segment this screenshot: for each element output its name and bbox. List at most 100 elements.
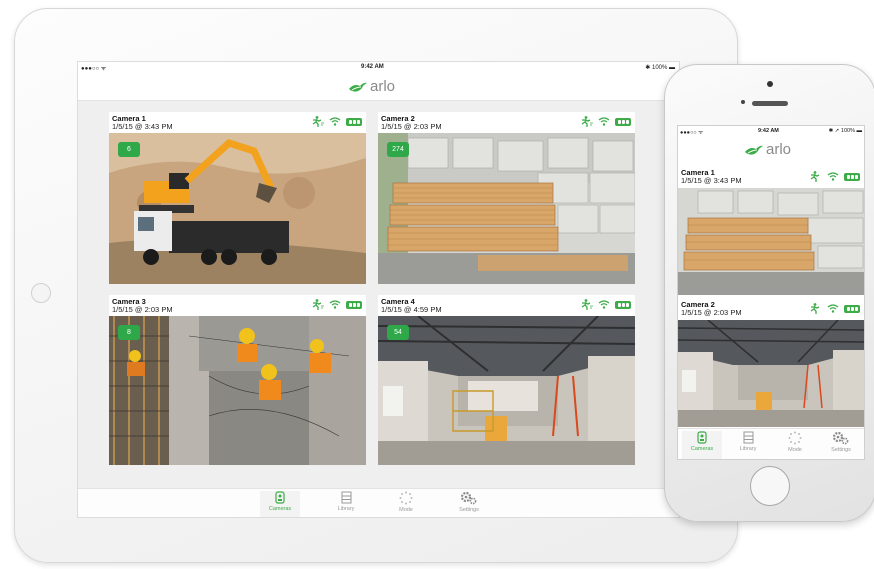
library-icon	[743, 431, 753, 444]
tab-label: Cameras	[268, 506, 292, 512]
camera-tile-header: Camera 3 1/5/15 @ 2:03 PM	[109, 295, 366, 315]
camera-status-icons	[580, 116, 631, 127]
camera-tile-header: Camera 2 1/5/15 @ 2:03 PM	[678, 297, 864, 319]
camera-status-icons	[580, 299, 631, 310]
camera-tile-2[interactable]: Camera 2 1/5/15 @ 2:03 PM	[378, 112, 635, 284]
camera-tile-1[interactable]: Camera 1 1/5/15 @ 3:43 PM	[678, 165, 864, 295]
iphone-front-camera	[767, 81, 773, 87]
camera-timestamp: 1/5/15 @ 2:03 PM	[112, 305, 173, 314]
battery-icon	[844, 304, 860, 313]
iphone-speaker	[752, 101, 788, 106]
camera-feed-image[interactable]: 274	[378, 133, 635, 284]
battery-icon	[615, 300, 631, 309]
tab-settings[interactable]: Settings	[449, 491, 489, 513]
motion-icon	[810, 171, 820, 182]
camera-status-icons	[311, 116, 362, 127]
camera-tile-1[interactable]: Camera 1 1/5/15 @ 3:43 PM	[109, 112, 366, 284]
battery-indicator: ✱ ➚ 100% ▬	[828, 128, 862, 134]
gears-icon	[460, 491, 477, 505]
battery-indicator: ✱ 100% ▬	[645, 65, 675, 71]
camera-tile-3[interactable]: Camera 3 1/5/15 @ 2:03 PM 8	[109, 295, 366, 465]
interior-construction-scene	[678, 320, 864, 427]
iphone-home-button[interactable]	[750, 466, 790, 506]
app-header: arlo	[78, 72, 679, 101]
gears-icon	[832, 431, 849, 445]
motion-icon	[581, 299, 593, 310]
tab-mode[interactable]: Mode	[775, 431, 815, 453]
camera-feed-image[interactable]: 54	[378, 316, 635, 465]
camera-status-icons	[809, 303, 860, 314]
wifi-icon	[329, 300, 341, 309]
iphone-screen: ●●●○○ ᯤ 9:42 AM ✱ ➚ 100% ▬ arlo Camera 1…	[677, 125, 865, 460]
tab-label: Settings	[459, 507, 479, 513]
ipad-screen: ●●●○○ ᯤ 9:42 AM ✱ 100% ▬ arlo Camera 1 1…	[77, 61, 680, 518]
tab-mode[interactable]: Mode	[386, 491, 426, 513]
event-count-badge: 8	[118, 325, 140, 340]
logo-text: arlo	[766, 141, 792, 158]
signal-indicator: ●●●○○ ᯤ	[680, 130, 704, 136]
camera-timestamp: 1/5/15 @ 2:03 PM	[381, 122, 442, 131]
logo-text: arlo	[370, 78, 396, 95]
camera-status-icons	[311, 299, 362, 310]
event-count-badge: 54	[387, 325, 409, 340]
wifi-icon	[827, 172, 839, 181]
iphone-sensor-dot	[741, 100, 745, 104]
camera-feed-image[interactable]: 6	[109, 133, 366, 284]
mode-icon	[399, 491, 413, 505]
event-count-badge: 6	[118, 142, 140, 157]
motion-icon	[810, 303, 820, 314]
battery-icon	[844, 172, 860, 181]
camera-tile-header: Camera 2 1/5/15 @ 2:03 PM	[378, 112, 635, 132]
tab-library[interactable]: Library	[326, 491, 366, 512]
wifi-icon	[598, 300, 610, 309]
mode-icon	[788, 431, 802, 445]
status-bar: ●●●○○ ᯤ 9:42 AM ✱ 100% ▬	[78, 62, 679, 72]
battery-icon	[615, 117, 631, 126]
tab-bar: Cameras Library Mode Settings	[678, 428, 864, 459]
camera-status-icons	[809, 171, 860, 182]
tab-label: Library	[337, 506, 355, 512]
lumber-yard-scene	[678, 188, 864, 295]
wifi-icon	[598, 117, 610, 126]
camera-tile-header: Camera 1 1/5/15 @ 3:43 PM	[678, 165, 864, 187]
battery-icon	[346, 117, 362, 126]
arlo-logo: arlo	[744, 141, 791, 158]
camera-feed-image[interactable]	[678, 320, 864, 427]
camera-timestamp: 1/5/15 @ 4:59 PM	[381, 305, 442, 314]
tab-label: Mode	[399, 507, 413, 513]
camera-tile-4[interactable]: Camera 4 1/5/15 @ 4:59 PM 54	[378, 295, 635, 465]
camera-feed-image[interactable]: 8	[109, 316, 366, 465]
app-header: arlo	[678, 136, 864, 164]
ipad-home-button[interactable]	[31, 283, 51, 303]
camera-tile-2[interactable]: Camera 2 1/5/15 @ 2:03 PM	[678, 297, 864, 427]
camera-icon	[697, 431, 707, 444]
camera-tile-header: Camera 1 1/5/15 @ 3:43 PM	[109, 112, 366, 132]
camera-timestamp: 1/5/15 @ 3:43 PM	[681, 176, 742, 185]
lumber-yard-scene	[378, 133, 635, 284]
camera-icon	[275, 491, 285, 504]
camera-feed-image[interactable]	[678, 188, 864, 295]
status-time: 9:42 AM	[361, 64, 384, 70]
tab-library[interactable]: Library	[728, 431, 768, 452]
tab-settings[interactable]: Settings	[821, 431, 861, 453]
interior-construction-scene	[378, 316, 635, 465]
signal-indicator: ●●●○○ ᯤ	[81, 66, 107, 72]
tab-label: Settings	[831, 447, 851, 453]
camera-timestamp: 1/5/15 @ 2:03 PM	[681, 308, 742, 317]
tab-cameras[interactable]: Cameras	[682, 431, 722, 459]
tab-cameras[interactable]: Cameras	[260, 491, 300, 517]
wifi-icon	[329, 117, 341, 126]
tab-bar: Cameras Library Mode Settings	[78, 488, 679, 517]
camera-tile-header: Camera 4 1/5/15 @ 4:59 PM	[378, 295, 635, 315]
event-count-badge: 274	[387, 142, 409, 157]
motion-icon	[312, 116, 324, 127]
arlo-bird-icon	[745, 145, 763, 155]
battery-icon	[346, 300, 362, 309]
status-bar: ●●●○○ ᯤ 9:42 AM ✱ ➚ 100% ▬	[678, 126, 864, 136]
camera-timestamp: 1/5/15 @ 3:43 PM	[112, 122, 173, 131]
excavator-scene	[109, 133, 366, 284]
tab-label: Mode	[788, 447, 802, 453]
workers-overhead-scene	[109, 316, 366, 465]
library-icon	[341, 491, 351, 504]
tab-label: Cameras	[690, 446, 714, 452]
